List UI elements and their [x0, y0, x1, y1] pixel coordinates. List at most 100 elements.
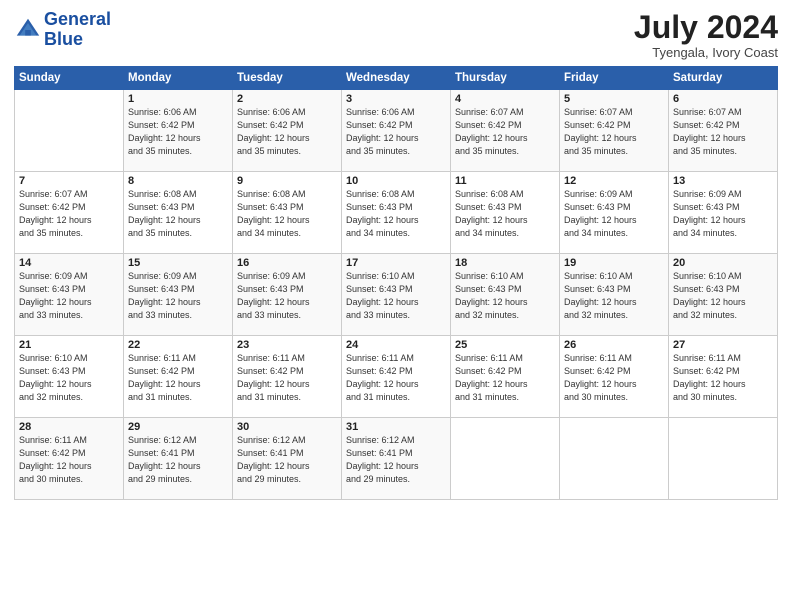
week-row-2: 7Sunrise: 6:07 AMSunset: 6:42 PMDaylight…: [15, 172, 778, 254]
day-info: Sunrise: 6:12 AMSunset: 6:41 PMDaylight:…: [346, 434, 446, 486]
day-cell: 13Sunrise: 6:09 AMSunset: 6:43 PMDayligh…: [669, 172, 778, 254]
day-info: Sunrise: 6:10 AMSunset: 6:43 PMDaylight:…: [455, 270, 555, 322]
day-number: 29: [128, 421, 228, 433]
day-cell: 19Sunrise: 6:10 AMSunset: 6:43 PMDayligh…: [560, 254, 669, 336]
day-cell: 26Sunrise: 6:11 AMSunset: 6:42 PMDayligh…: [560, 336, 669, 418]
day-cell: 4Sunrise: 6:07 AMSunset: 6:42 PMDaylight…: [451, 90, 560, 172]
day-info: Sunrise: 6:10 AMSunset: 6:43 PMDaylight:…: [564, 270, 664, 322]
logo-text: General Blue: [44, 10, 111, 50]
day-info: Sunrise: 6:10 AMSunset: 6:43 PMDaylight:…: [19, 352, 119, 404]
day-number: 15: [128, 257, 228, 269]
title-block: July 2024 Tyengala, Ivory Coast: [634, 10, 778, 60]
day-cell: 30Sunrise: 6:12 AMSunset: 6:41 PMDayligh…: [233, 418, 342, 500]
day-cell: 11Sunrise: 6:08 AMSunset: 6:43 PMDayligh…: [451, 172, 560, 254]
weekday-header-monday: Monday: [124, 67, 233, 90]
day-info: Sunrise: 6:07 AMSunset: 6:42 PMDaylight:…: [564, 106, 664, 158]
day-number: 10: [346, 175, 446, 187]
day-info: Sunrise: 6:08 AMSunset: 6:43 PMDaylight:…: [346, 188, 446, 240]
day-number: 22: [128, 339, 228, 351]
day-info: Sunrise: 6:10 AMSunset: 6:43 PMDaylight:…: [673, 270, 773, 322]
day-number: 4: [455, 93, 555, 105]
day-info: Sunrise: 6:08 AMSunset: 6:43 PMDaylight:…: [237, 188, 337, 240]
day-cell: [15, 90, 124, 172]
day-info: Sunrise: 6:06 AMSunset: 6:42 PMDaylight:…: [128, 106, 228, 158]
day-info: Sunrise: 6:07 AMSunset: 6:42 PMDaylight:…: [455, 106, 555, 158]
day-info: Sunrise: 6:07 AMSunset: 6:42 PMDaylight:…: [673, 106, 773, 158]
day-info: Sunrise: 6:06 AMSunset: 6:42 PMDaylight:…: [237, 106, 337, 158]
day-number: 8: [128, 175, 228, 187]
weekday-header-saturday: Saturday: [669, 67, 778, 90]
day-number: 12: [564, 175, 664, 187]
day-number: 26: [564, 339, 664, 351]
day-number: 20: [673, 257, 773, 269]
day-cell: 9Sunrise: 6:08 AMSunset: 6:43 PMDaylight…: [233, 172, 342, 254]
day-info: Sunrise: 6:11 AMSunset: 6:42 PMDaylight:…: [19, 434, 119, 486]
day-info: Sunrise: 6:11 AMSunset: 6:42 PMDaylight:…: [128, 352, 228, 404]
logo: General Blue: [14, 10, 111, 50]
day-info: Sunrise: 6:12 AMSunset: 6:41 PMDaylight:…: [128, 434, 228, 486]
day-cell: 10Sunrise: 6:08 AMSunset: 6:43 PMDayligh…: [342, 172, 451, 254]
day-number: 19: [564, 257, 664, 269]
day-info: Sunrise: 6:10 AMSunset: 6:43 PMDaylight:…: [346, 270, 446, 322]
day-number: 1: [128, 93, 228, 105]
day-info: Sunrise: 6:09 AMSunset: 6:43 PMDaylight:…: [673, 188, 773, 240]
day-number: 6: [673, 93, 773, 105]
logo-icon: [14, 16, 42, 44]
day-cell: 20Sunrise: 6:10 AMSunset: 6:43 PMDayligh…: [669, 254, 778, 336]
calendar: SundayMondayTuesdayWednesdayThursdayFrid…: [14, 66, 778, 500]
day-info: Sunrise: 6:11 AMSunset: 6:42 PMDaylight:…: [564, 352, 664, 404]
weekday-header-sunday: Sunday: [15, 67, 124, 90]
logo-line2: Blue: [44, 30, 111, 50]
day-info: Sunrise: 6:08 AMSunset: 6:43 PMDaylight:…: [128, 188, 228, 240]
day-cell: 6Sunrise: 6:07 AMSunset: 6:42 PMDaylight…: [669, 90, 778, 172]
day-cell: 5Sunrise: 6:07 AMSunset: 6:42 PMDaylight…: [560, 90, 669, 172]
day-number: 18: [455, 257, 555, 269]
weekday-header-row: SundayMondayTuesdayWednesdayThursdayFrid…: [15, 67, 778, 90]
day-cell: [560, 418, 669, 500]
weekday-header-tuesday: Tuesday: [233, 67, 342, 90]
day-number: 25: [455, 339, 555, 351]
day-cell: 23Sunrise: 6:11 AMSunset: 6:42 PMDayligh…: [233, 336, 342, 418]
day-number: 9: [237, 175, 337, 187]
day-number: 11: [455, 175, 555, 187]
day-cell: 7Sunrise: 6:07 AMSunset: 6:42 PMDaylight…: [15, 172, 124, 254]
day-cell: 1Sunrise: 6:06 AMSunset: 6:42 PMDaylight…: [124, 90, 233, 172]
day-number: 21: [19, 339, 119, 351]
day-cell: 17Sunrise: 6:10 AMSunset: 6:43 PMDayligh…: [342, 254, 451, 336]
weekday-header-thursday: Thursday: [451, 67, 560, 90]
weekday-header-friday: Friday: [560, 67, 669, 90]
day-number: 14: [19, 257, 119, 269]
day-cell: 27Sunrise: 6:11 AMSunset: 6:42 PMDayligh…: [669, 336, 778, 418]
day-number: 2: [237, 93, 337, 105]
day-number: 13: [673, 175, 773, 187]
day-number: 30: [237, 421, 337, 433]
week-row-1: 1Sunrise: 6:06 AMSunset: 6:42 PMDaylight…: [15, 90, 778, 172]
location: Tyengala, Ivory Coast: [634, 45, 778, 60]
day-cell: [451, 418, 560, 500]
page: General Blue July 2024 Tyengala, Ivory C…: [0, 0, 792, 612]
week-row-5: 28Sunrise: 6:11 AMSunset: 6:42 PMDayligh…: [15, 418, 778, 500]
day-number: 23: [237, 339, 337, 351]
day-cell: 16Sunrise: 6:09 AMSunset: 6:43 PMDayligh…: [233, 254, 342, 336]
day-cell: 12Sunrise: 6:09 AMSunset: 6:43 PMDayligh…: [560, 172, 669, 254]
day-info: Sunrise: 6:11 AMSunset: 6:42 PMDaylight:…: [673, 352, 773, 404]
week-row-3: 14Sunrise: 6:09 AMSunset: 6:43 PMDayligh…: [15, 254, 778, 336]
day-info: Sunrise: 6:09 AMSunset: 6:43 PMDaylight:…: [564, 188, 664, 240]
day-info: Sunrise: 6:11 AMSunset: 6:42 PMDaylight:…: [455, 352, 555, 404]
day-cell: 29Sunrise: 6:12 AMSunset: 6:41 PMDayligh…: [124, 418, 233, 500]
day-cell: 3Sunrise: 6:06 AMSunset: 6:42 PMDaylight…: [342, 90, 451, 172]
month-title: July 2024: [634, 10, 778, 45]
day-cell: 24Sunrise: 6:11 AMSunset: 6:42 PMDayligh…: [342, 336, 451, 418]
weekday-header-wednesday: Wednesday: [342, 67, 451, 90]
day-cell: 18Sunrise: 6:10 AMSunset: 6:43 PMDayligh…: [451, 254, 560, 336]
day-cell: 25Sunrise: 6:11 AMSunset: 6:42 PMDayligh…: [451, 336, 560, 418]
day-cell: 2Sunrise: 6:06 AMSunset: 6:42 PMDaylight…: [233, 90, 342, 172]
day-number: 5: [564, 93, 664, 105]
day-cell: [669, 418, 778, 500]
day-cell: 28Sunrise: 6:11 AMSunset: 6:42 PMDayligh…: [15, 418, 124, 500]
day-number: 24: [346, 339, 446, 351]
day-cell: 8Sunrise: 6:08 AMSunset: 6:43 PMDaylight…: [124, 172, 233, 254]
day-number: 28: [19, 421, 119, 433]
day-info: Sunrise: 6:09 AMSunset: 6:43 PMDaylight:…: [19, 270, 119, 322]
day-number: 16: [237, 257, 337, 269]
